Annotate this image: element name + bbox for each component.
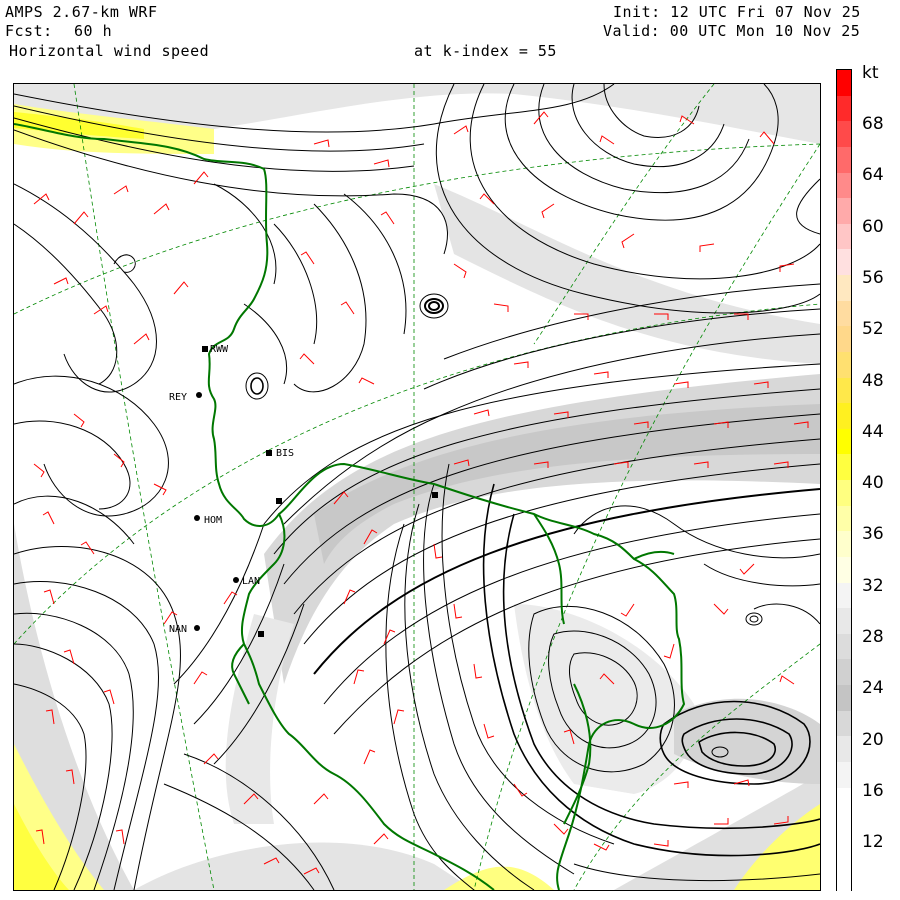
legend-bin — [837, 223, 851, 250]
legend-bin — [837, 275, 851, 302]
legend-bin — [837, 70, 851, 97]
station-label-bis: BIS — [276, 448, 294, 459]
legend-tick-label: 60 — [862, 216, 884, 237]
legend-bin — [837, 556, 851, 583]
legend-tick-label: 44 — [862, 421, 884, 442]
legend-bin — [837, 736, 851, 763]
legend-bin — [837, 95, 851, 122]
station-label-nan: NAN — [169, 624, 187, 635]
model-title: AMPS 2.67-km WRF — [5, 3, 158, 21]
wind-speed-map[interactable]: RWW REY BIS HOM LAN NAN — [13, 83, 821, 891]
legend-bin — [837, 198, 851, 225]
legend-tick-label: 36 — [862, 524, 884, 545]
legend-bin — [837, 659, 851, 686]
legend-bin — [837, 813, 851, 840]
legend-tick-label: 20 — [862, 729, 884, 750]
legend-bin — [837, 249, 851, 276]
station-rey[interactable]: REY — [169, 392, 202, 403]
legend-bin — [837, 172, 851, 199]
legend-tick-label: 32 — [862, 575, 884, 596]
station-rww[interactable]: RWW — [202, 344, 229, 355]
legend-tick-label: 52 — [862, 319, 884, 340]
wind-speed-shading — [14, 84, 820, 890]
legend-bin — [837, 351, 851, 378]
legend-bin — [837, 633, 851, 660]
legend-tick-label: 40 — [862, 473, 884, 494]
legend-bin — [837, 838, 851, 865]
field-name: Horizontal wind speed — [9, 42, 210, 60]
station-label-rww: RWW — [210, 344, 229, 355]
legend-tick-label: 12 — [862, 832, 884, 853]
station-hom[interactable]: HOM — [194, 515, 222, 526]
map-svg: RWW REY BIS HOM LAN NAN — [14, 84, 820, 890]
legend-bin — [837, 428, 851, 455]
legend-bin — [837, 761, 851, 788]
legend-bin — [837, 300, 851, 327]
legend-bin — [837, 608, 851, 635]
forecast-label: Fcst: — [5, 22, 53, 40]
color-legend — [836, 69, 852, 891]
station-marker — [432, 492, 438, 498]
legend-bin — [837, 403, 851, 430]
legend-tick-label: 24 — [862, 678, 884, 699]
station-label-hom: HOM — [204, 515, 222, 526]
legend-tick-label: 56 — [862, 267, 884, 288]
legend-bin — [837, 505, 851, 532]
legend-tick-label: 16 — [862, 780, 884, 801]
legend-unit: kt — [862, 63, 879, 83]
legend-tick-label: 64 — [862, 165, 884, 186]
station-marker — [276, 498, 282, 504]
legend-bin — [837, 864, 851, 891]
legend-bin — [837, 480, 851, 507]
legend-bin — [837, 146, 851, 173]
legend-bin — [837, 377, 851, 404]
valid-time: Valid: 00 UTC Mon 10 Nov 25 — [603, 22, 861, 40]
forecast-hours: 60 h — [74, 22, 113, 40]
legend-tick-label: 48 — [862, 370, 884, 391]
legend-bin — [837, 454, 851, 481]
legend-bin — [837, 326, 851, 353]
legend-bin — [837, 531, 851, 558]
station-label-rey: REY — [169, 392, 187, 403]
station-marker — [258, 631, 264, 637]
init-time: Init: 12 UTC Fri 07 Nov 25 — [613, 3, 861, 21]
legend-bin — [837, 121, 851, 148]
legend-tick-label: 68 — [862, 114, 884, 134]
station-nan[interactable]: NAN — [169, 624, 200, 635]
legend-tick-label: 28 — [862, 627, 884, 647]
level-label: at k-index = 55 — [414, 42, 557, 60]
station-lan[interactable]: LAN — [233, 576, 260, 587]
legend-bin — [837, 710, 851, 737]
legend-bin — [837, 787, 851, 814]
station-label-lan: LAN — [242, 576, 260, 587]
legend-bin — [837, 685, 851, 712]
legend-bin — [837, 582, 851, 609]
